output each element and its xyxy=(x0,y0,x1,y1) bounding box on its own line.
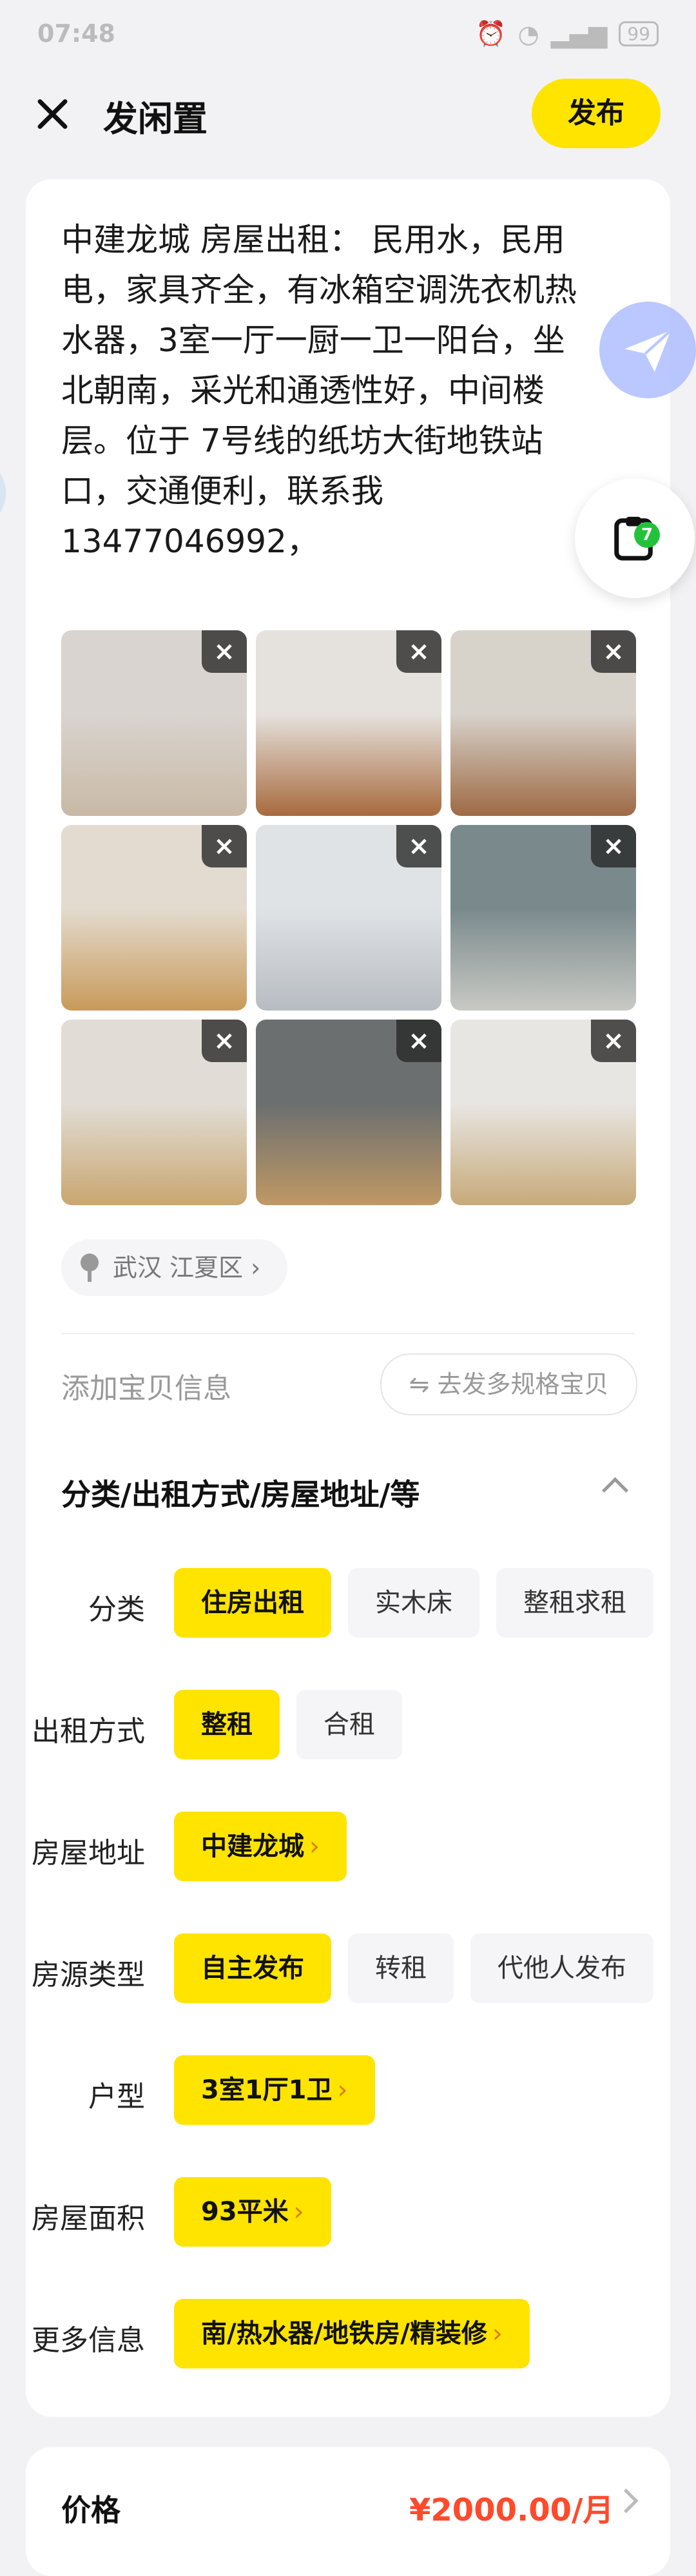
option-label: 3室1厅1卫 xyxy=(201,2075,333,2105)
listing-form-card: 中建龙城 房屋出租： 民用水，民用 电，家具齐全，有冰箱空调洗衣机热 水器，3室… xyxy=(26,179,670,2417)
attribute-rows: 分类 住房出租 实木床 整租求租 出租方式 整租 合租 房屋地址 中建龙城 › 房源类型 自主发布 转租… xyxy=(26,179,670,2417)
option-chip[interactable]: 93平米 › xyxy=(174,2177,331,2247)
option-label: 住房出租 xyxy=(201,1588,304,1618)
signal-icon: ▂▄▆ xyxy=(550,19,608,48)
option-chip[interactable]: 南/热水器/地铁房/精装修 › xyxy=(174,2299,530,2368)
option-label: 93平米 xyxy=(201,2197,289,2227)
attribute-label: 分类 xyxy=(88,1593,145,1626)
alarm-icon: ⏰ xyxy=(476,19,507,48)
option-label: 合租 xyxy=(324,1710,375,1739)
option-chip[interactable]: 自主发布 xyxy=(174,1933,331,2003)
attribute-label: 户型 xyxy=(88,2080,145,2113)
status-bar: 07:48 ⏰ ◔ ▂▄▆ 99 xyxy=(0,0,696,64)
header: 发闲置 发布 xyxy=(0,72,696,156)
floating-progress-ring xyxy=(0,473,6,513)
option-chip[interactable]: 整租求租 xyxy=(496,1568,653,1638)
option-chip[interactable]: 转租 xyxy=(348,1933,454,2003)
clipboard-badge: 7 xyxy=(634,522,660,548)
price-label: 价格 xyxy=(61,2493,121,2528)
option-chip[interactable]: 3室1厅1卫 › xyxy=(174,2055,375,2125)
floating-send-button[interactable] xyxy=(599,302,696,398)
status-time: 07:48 xyxy=(37,19,115,48)
attribute-label: 房源类型 xyxy=(32,1959,145,1991)
option-chip[interactable]: 实木床 xyxy=(348,1568,479,1638)
option-label: 转租 xyxy=(375,1953,427,1983)
option-label: 中建龙城 xyxy=(201,1832,304,1861)
option-label: 整租求租 xyxy=(523,1588,626,1618)
option-label: 实木床 xyxy=(375,1588,452,1618)
price-value: ¥2000.00/月 xyxy=(409,2492,614,2528)
attribute-label: 更多信息 xyxy=(32,2324,145,2357)
page-title: 发闲置 xyxy=(103,99,208,139)
option-chip[interactable]: 整租 xyxy=(174,1690,280,1759)
attribute-label: 出租方式 xyxy=(32,1715,145,1748)
wifi-icon: ◔ xyxy=(517,19,539,48)
floating-clipboard-button[interactable]: 7 xyxy=(575,478,695,598)
option-chip[interactable]: 代他人发布 xyxy=(470,1933,653,2003)
publish-button[interactable]: 发布 xyxy=(532,79,661,148)
option-label: 南/热水器/地铁房/精装修 xyxy=(201,2319,487,2348)
option-label: 自主发布 xyxy=(201,1953,304,1983)
chevron-right-icon: › xyxy=(337,2075,348,2105)
battery-icon: 99 xyxy=(619,21,659,46)
option-label: 整租 xyxy=(201,1710,253,1739)
option-label: 代他人发布 xyxy=(498,1953,626,1983)
attribute-label: 房屋地址 xyxy=(32,1837,145,1870)
option-chip[interactable]: 住房出租 xyxy=(174,1568,331,1638)
chevron-right-icon: › xyxy=(492,2319,503,2348)
price-card[interactable]: 价格 ¥2000.00/月 xyxy=(26,2447,670,2576)
option-chip[interactable]: 合租 xyxy=(296,1690,402,1759)
attribute-label: 房屋面积 xyxy=(32,2202,145,2235)
option-chip[interactable]: 中建龙城 › xyxy=(174,1812,347,1881)
status-icons: ⏰ ◔ ▂▄▆ 99 xyxy=(476,19,659,48)
chevron-right-icon: › xyxy=(309,1832,320,1861)
chevron-right-icon: › xyxy=(293,2197,304,2227)
close-icon[interactable] xyxy=(31,93,73,135)
paper-plane-icon xyxy=(624,329,672,373)
chevron-right-icon xyxy=(614,2488,639,2513)
